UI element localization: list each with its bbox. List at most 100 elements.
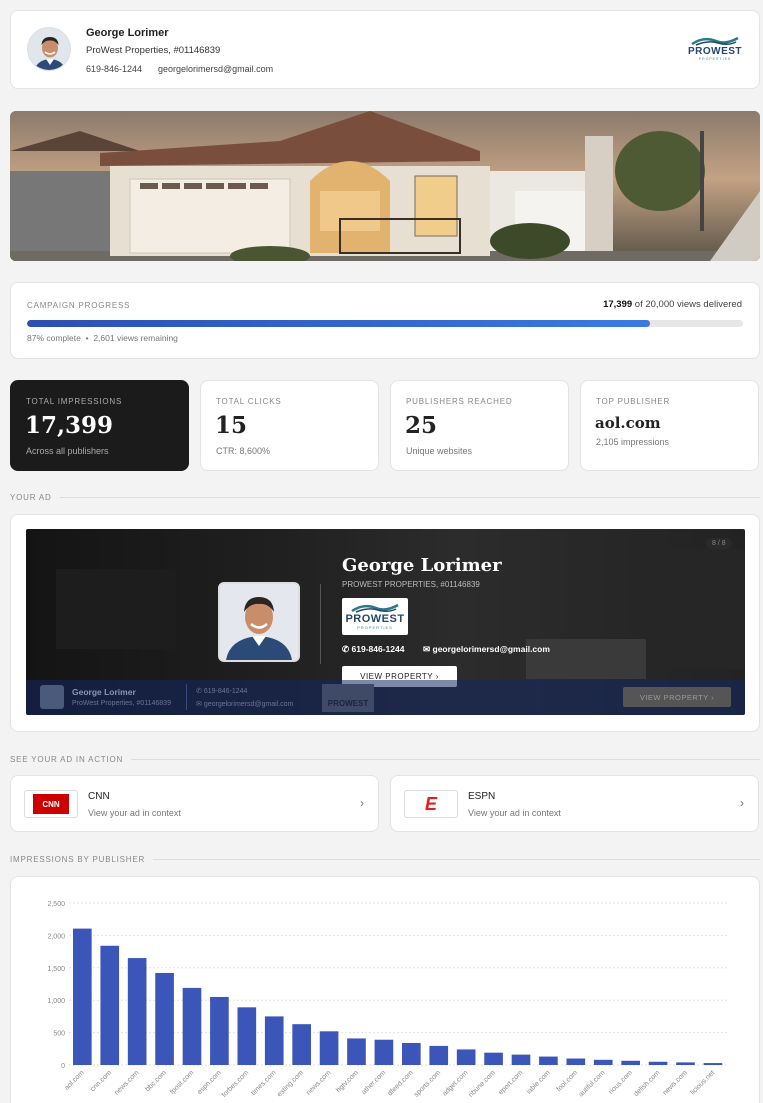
impressions-bar-chart: 05001,0001,5002,0002,500aol.com cnn.com ne… bbox=[47, 901, 727, 1099]
x-tick-label: news.com bbox=[662, 1069, 689, 1096]
progress-bar bbox=[27, 320, 743, 327]
bar-rious.com[interactable] bbox=[621, 1060, 640, 1065]
progress-detail: 87% complete • 2,601 views remaining bbox=[27, 333, 178, 343]
x-tick-label: iable.com bbox=[526, 1069, 552, 1095]
x-tick-label: forbes.com bbox=[221, 1069, 251, 1099]
bar-fpost.com[interactable] bbox=[182, 987, 202, 1065]
x-tick-label: cnn.com bbox=[89, 1069, 113, 1093]
bar-eport.com[interactable] bbox=[511, 1054, 531, 1065]
property-hero-image bbox=[10, 111, 760, 261]
wave-icon bbox=[351, 603, 399, 613]
x-tick-label: dfeed.com bbox=[387, 1069, 415, 1097]
agent-phone[interactable]: 619-846-1244 bbox=[86, 64, 142, 74]
x-tick-label: times.com bbox=[250, 1069, 278, 1097]
x-tick-label: aol.com bbox=[63, 1069, 85, 1091]
progress-label: CAMPAIGN PROGRESS bbox=[27, 301, 131, 310]
strip-avatar bbox=[40, 685, 64, 709]
x-tick-label: adget.com bbox=[442, 1069, 470, 1097]
bar-ribune.com[interactable] bbox=[484, 1052, 503, 1065]
strip-view-property-button[interactable]: VIEW PROPERTY › bbox=[623, 687, 731, 707]
espn-logo: E bbox=[404, 790, 458, 818]
progress-bar-fill bbox=[27, 320, 650, 327]
ad-agent-company: PROWEST PROPERTIES, #01146839 bbox=[342, 580, 480, 589]
slide-counter: 8 / 8 bbox=[706, 538, 732, 549]
your-ad-section-header: YOUR AD bbox=[10, 493, 760, 502]
x-tick-label: espn.com bbox=[196, 1069, 223, 1096]
context-espn[interactable]: E ESPN View your ad in context › bbox=[390, 775, 759, 832]
x-tick-label: news.com bbox=[113, 1069, 140, 1096]
bar-cnn.com[interactable] bbox=[100, 945, 120, 1065]
x-tick-label: eport.com bbox=[497, 1069, 524, 1096]
bar-delish.com[interactable] bbox=[648, 1061, 668, 1065]
ad-bottom-strip: George Lorimer ProWest Properties, #0114… bbox=[26, 680, 745, 715]
bar-news.com[interactable] bbox=[127, 958, 147, 1065]
ad-banner[interactable]: 8 / 8 George Lorimer PROWEST PROPERTIES,… bbox=[26, 529, 745, 715]
impressions-chart-card: 0 500 1,000 1,500 2,000 2,500 aol.com cnn.com ne… bbox=[10, 876, 760, 1103]
bar-hgtv.com[interactable] bbox=[347, 1038, 366, 1065]
stat-publishers-reached: PUBLISHERS REACHED 25 Unique websites bbox=[390, 380, 569, 471]
context-cnn[interactable]: CNN CNN View your ad in context › bbox=[10, 775, 379, 832]
ad-phone[interactable]: ✆ 619-846-1244 bbox=[342, 644, 404, 655]
bar-autiful.com[interactable] bbox=[593, 1059, 613, 1065]
agent-header-card: George Lorimer ProWest Properties, #0114… bbox=[10, 10, 760, 89]
bar-iable.com[interactable] bbox=[539, 1056, 558, 1065]
agent-avatar bbox=[27, 27, 71, 71]
mail-icon: ✉ bbox=[423, 644, 431, 654]
x-tick-label: delish.com bbox=[633, 1069, 662, 1098]
ad-agent-name: George Lorimer bbox=[342, 555, 502, 576]
wave-icon bbox=[691, 36, 739, 46]
ad-divider bbox=[320, 584, 321, 664]
stat-top-publisher: TOP PUBLISHER aol.com 2,105 impressions bbox=[580, 380, 759, 471]
x-tick-label: sports.com bbox=[413, 1069, 442, 1098]
bar-bbc.com[interactable] bbox=[155, 972, 174, 1065]
x-tick-label: fpost.com bbox=[169, 1069, 196, 1096]
ad-prowest-logo: PROWEST PROPERTIES bbox=[342, 598, 408, 635]
y-tick-label: 1,500 bbox=[47, 966, 65, 973]
x-tick-label: esting.com bbox=[276, 1069, 305, 1098]
chevron-right-icon: › bbox=[740, 796, 744, 810]
bar-aol.com[interactable] bbox=[73, 928, 92, 1065]
bar-sports.com[interactable] bbox=[429, 1045, 449, 1065]
y-tick-label: 2,500 bbox=[47, 901, 65, 908]
x-tick-label: news.com bbox=[305, 1069, 332, 1096]
agent-email[interactable]: georgelorimersd@gmail.com bbox=[158, 64, 273, 74]
bar-news.com[interactable] bbox=[676, 1062, 695, 1065]
bar-times.com[interactable] bbox=[264, 1016, 284, 1065]
bar-news.com[interactable] bbox=[319, 1031, 339, 1065]
x-tick-label: bbc.com bbox=[144, 1069, 168, 1093]
bar-espn.com[interactable] bbox=[210, 996, 229, 1065]
x-tick-label: ather.com bbox=[361, 1069, 388, 1096]
agent-name: George Lorimer bbox=[86, 27, 169, 39]
bar-licious.net[interactable] bbox=[703, 1063, 723, 1065]
prowest-logo: PROWEST PROPERTIES bbox=[687, 36, 743, 61]
y-tick-label: 2,000 bbox=[47, 933, 65, 940]
x-tick-label: autiful.com bbox=[578, 1069, 607, 1098]
y-tick-label: 0 bbox=[61, 1063, 65, 1070]
x-tick-label: rious.com bbox=[608, 1069, 635, 1096]
bar-ather.com[interactable] bbox=[374, 1039, 394, 1065]
y-tick-label: 500 bbox=[53, 1031, 65, 1038]
chevron-right-icon: › bbox=[360, 796, 364, 810]
your-ad-card: 8 / 8 George Lorimer PROWEST PROPERTIES,… bbox=[10, 514, 760, 732]
x-tick-label: ribune.com bbox=[468, 1069, 498, 1099]
x-tick-label: licious.net bbox=[689, 1069, 716, 1096]
bar-esting.com[interactable] bbox=[292, 1024, 311, 1065]
ad-agent-photo bbox=[218, 582, 300, 662]
stat-total-clicks: TOTAL CLICKS 15 CTR: 8,600% bbox=[200, 380, 379, 471]
bar-forbes.com[interactable] bbox=[237, 1007, 257, 1065]
x-tick-label: hgtv.com bbox=[335, 1069, 360, 1094]
phone-icon: ✆ bbox=[342, 644, 350, 654]
cnn-logo: CNN bbox=[24, 790, 78, 818]
chart-section-header: IMPRESSIONS BY PUBLISHER bbox=[10, 855, 760, 864]
ad-email[interactable]: ✉ georgelorimersd@gmail.com bbox=[423, 644, 550, 655]
y-tick-label: 1,000 bbox=[47, 998, 65, 1005]
bar-adget.com[interactable] bbox=[456, 1049, 476, 1065]
bar-dfeed.com[interactable] bbox=[402, 1042, 421, 1065]
agent-company: ProWest Properties, #01146839 bbox=[86, 45, 221, 56]
campaign-progress-card: CAMPAIGN PROGRESS 17,399 of 20,000 views… bbox=[10, 282, 760, 359]
bar-fool.com[interactable] bbox=[566, 1058, 586, 1065]
x-tick-label: fool.com bbox=[556, 1069, 580, 1093]
in-action-section-header: SEE YOUR AD IN ACTION bbox=[10, 755, 760, 764]
stat-total-impressions: TOTAL IMPRESSIONS 17,399 Across all publ… bbox=[10, 380, 189, 471]
progress-summary: 17,399 of 20,000 views delivered bbox=[603, 299, 742, 310]
